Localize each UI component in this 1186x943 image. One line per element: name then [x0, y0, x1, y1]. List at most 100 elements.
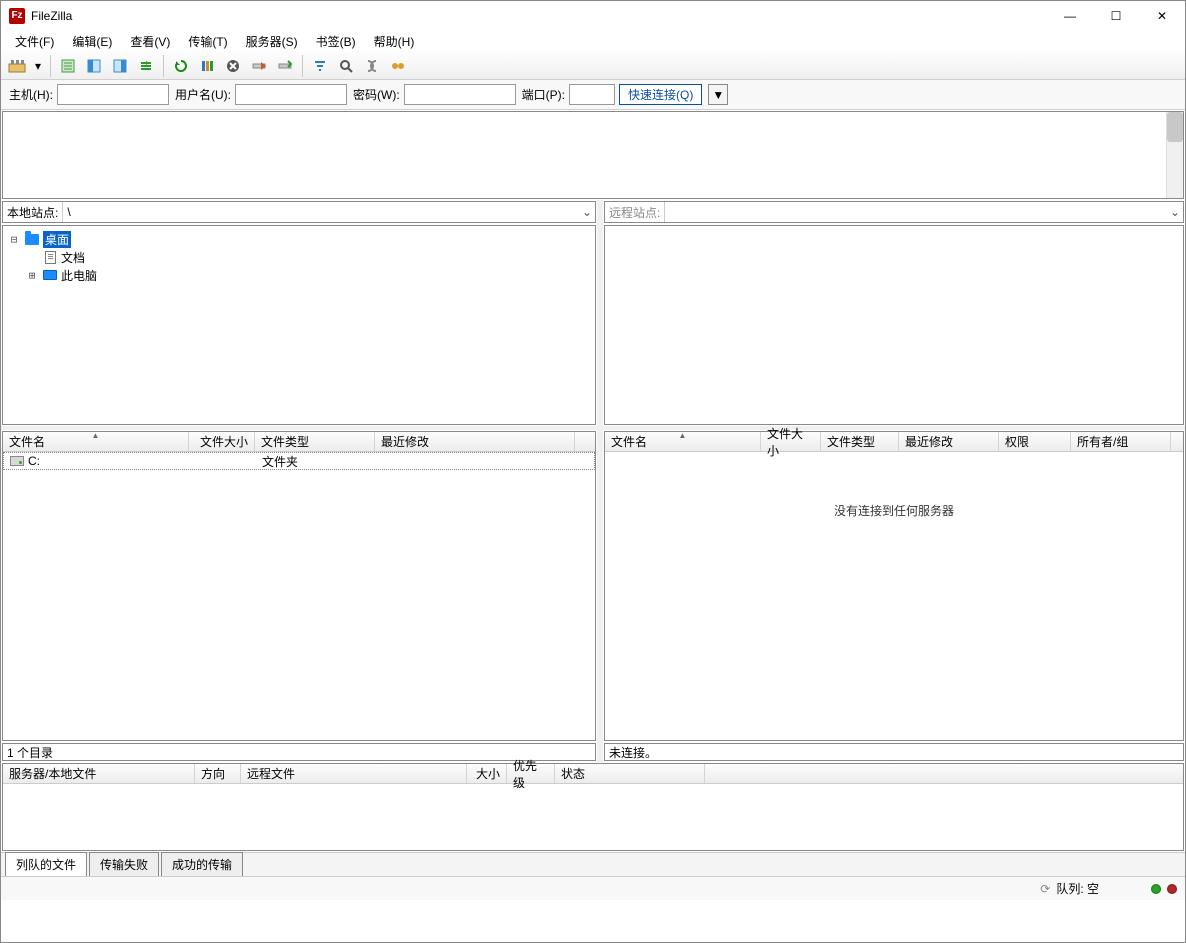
column-header[interactable]: 所有者/组 — [1071, 432, 1171, 451]
column-header[interactable]: 服务器/本地文件 — [3, 764, 195, 783]
column-header[interactable]: 最近修改 — [899, 432, 999, 451]
log-scrollbar[interactable] — [1166, 112, 1183, 198]
maximize-button[interactable]: ☐ — [1093, 1, 1139, 30]
queue-tab[interactable]: 传输失败 — [89, 852, 159, 876]
titlebar: Fz FileZilla — ☐ ✕ — [1, 1, 1185, 30]
local-path-combo[interactable]: \ — [63, 205, 579, 219]
cancel-button[interactable] — [221, 54, 245, 78]
column-header[interactable]: 文件名▲ — [605, 432, 761, 451]
file-name: C: — [28, 454, 40, 468]
menu-item-1[interactable]: 编辑(E) — [64, 31, 120, 52]
activity-led-recv — [1151, 884, 1161, 894]
column-header[interactable]: 文件类型 — [821, 432, 899, 451]
main-split: 本地站点: \ ⌄ ⊟桌面文档⊞此电脑 文件名▲文件大小文件类型最近修改 C:文… — [1, 200, 1185, 762]
menu-item-0[interactable]: 文件(F) — [7, 31, 62, 52]
remote-site-bar: 远程站点: ⌄ — [604, 201, 1184, 223]
process-queue-button[interactable] — [195, 54, 219, 78]
column-header[interactable]: 文件大小 — [189, 432, 255, 451]
tree-expander[interactable]: ⊟ — [7, 233, 21, 246]
site-manager-dropdown[interactable]: ▾ — [31, 54, 45, 78]
host-label: 主机(H): — [9, 86, 53, 103]
toggle-local-tree-button[interactable] — [82, 54, 106, 78]
column-header[interactable]: 远程文件 — [241, 764, 467, 783]
column-header[interactable]: 文件类型 — [255, 432, 375, 451]
toggle-remote-tree-button[interactable] — [108, 54, 132, 78]
tree-label: 此电脑 — [61, 267, 97, 284]
remote-status: 未连接。 — [604, 743, 1184, 761]
sync-browse-button[interactable] — [386, 54, 410, 78]
reconnect-button[interactable] — [273, 54, 297, 78]
app-title: FileZilla — [31, 9, 72, 23]
queue-tab[interactable]: 列队的文件 — [5, 852, 87, 876]
menu-item-2[interactable]: 查看(V) — [122, 31, 178, 52]
menu-item-3[interactable]: 传输(T) — [180, 31, 235, 52]
app-icon: Fz — [9, 8, 25, 24]
column-header[interactable]: 权限 — [999, 432, 1071, 451]
password-label: 密码(W): — [353, 86, 400, 103]
search-button[interactable] — [334, 54, 358, 78]
quickconnect-bar: 主机(H): 用户名(U): 密码(W): 端口(P): 快速连接(Q) ▼ — [1, 80, 1185, 110]
queue-icon: ⟳ — [1040, 882, 1050, 896]
remote-empty-message: 没有连接到任何服务器 — [605, 502, 1183, 519]
refresh-button[interactable] — [169, 54, 193, 78]
file-row[interactable]: C: 文件夹 — [3, 452, 595, 470]
app-window: Fz FileZilla — ☐ ✕ 文件(F)编辑(E)查看(V)传输(T)服… — [0, 0, 1186, 943]
password-input[interactable] — [404, 84, 516, 105]
filter-button[interactable] — [308, 54, 332, 78]
transfer-queue[interactable]: 服务器/本地文件方向远程文件大小优先级状态 — [2, 763, 1184, 851]
local-path-dropdown[interactable]: ⌄ — [579, 205, 595, 219]
host-input[interactable] — [57, 84, 169, 105]
file-cell: 文件夹 — [256, 453, 376, 470]
remote-hsplitter[interactable] — [603, 426, 1185, 430]
menu-item-5[interactable]: 书签(B) — [308, 31, 364, 52]
toolbar: ▾ — [1, 52, 1185, 80]
port-input[interactable] — [569, 84, 615, 105]
column-header[interactable]: 优先级 — [507, 764, 555, 783]
quickconnect-history-dropdown[interactable]: ▼ — [708, 84, 728, 105]
quickconnect-button[interactable]: 快速连接(Q) — [619, 84, 702, 105]
tree-label: 文档 — [61, 249, 85, 266]
column-header[interactable]: 文件名▲ — [3, 432, 189, 451]
close-button[interactable]: ✕ — [1139, 1, 1185, 30]
local-site-bar: 本地站点: \ ⌄ — [2, 201, 596, 223]
site-manager-button[interactable] — [5, 54, 29, 78]
toggle-log-button[interactable] — [56, 54, 80, 78]
remote-tree[interactable] — [604, 225, 1184, 425]
tree-expander[interactable]: ⊞ — [25, 269, 39, 282]
local-hsplitter[interactable] — [1, 426, 597, 430]
local-tree-node[interactable]: ⊟ 桌面 — [7, 230, 591, 248]
local-tree-node[interactable]: 文档 — [7, 248, 591, 266]
toggle-queue-button[interactable] — [134, 54, 158, 78]
minimize-button[interactable]: — — [1047, 1, 1093, 30]
column-header[interactable]: 方向 — [195, 764, 241, 783]
column-header[interactable]: 状态 — [555, 764, 705, 783]
remote-file-list[interactable]: 文件名▲文件大小文件类型最近修改权限所有者/组 没有连接到任何服务器 — [604, 431, 1184, 741]
queue-tabs: 列队的文件传输失败成功的传输 — [1, 852, 1185, 876]
column-header[interactable]: 大小 — [467, 764, 507, 783]
column-header[interactable]: 最近修改 — [375, 432, 575, 451]
statusbar: ⟳ 队列: 空 — [1, 876, 1185, 900]
drive-icon — [10, 456, 24, 466]
local-tree[interactable]: ⊟ 桌面文档 ⊞ 此电脑 — [2, 225, 596, 425]
local-site-label: 本地站点: — [3, 202, 63, 222]
compare-button[interactable] — [360, 54, 384, 78]
queue-tab[interactable]: 成功的传输 — [161, 852, 243, 876]
local-pane: 本地站点: \ ⌄ ⊟桌面文档⊞此电脑 文件名▲文件大小文件类型最近修改 C:文… — [1, 200, 597, 762]
remote-pane: 远程站点: ⌄ 文件名▲文件大小文件类型最近修改权限所有者/组 没有连接到任何服… — [603, 200, 1185, 762]
column-header[interactable]: 文件大小 — [761, 432, 821, 451]
disconnect-button[interactable] — [247, 54, 271, 78]
folder-icon — [24, 232, 40, 246]
activity-led-send — [1167, 884, 1177, 894]
remote-site-label: 远程站点: — [605, 202, 665, 222]
file-cell: C: — [4, 454, 190, 468]
username-input[interactable] — [235, 84, 347, 105]
menubar: 文件(F)编辑(E)查看(V)传输(T)服务器(S)书签(B)帮助(H) — [1, 30, 1185, 52]
local-tree-node[interactable]: ⊞ 此电脑 — [7, 266, 591, 284]
menu-item-4[interactable]: 服务器(S) — [238, 31, 306, 52]
local-file-list[interactable]: 文件名▲文件大小文件类型最近修改 C: 文件夹 — [2, 431, 596, 741]
message-log[interactable] — [2, 111, 1184, 199]
remote-path-dropdown: ⌄ — [1167, 205, 1183, 219]
username-label: 用户名(U): — [175, 86, 231, 103]
tree-label: 桌面 — [43, 231, 71, 248]
menu-item-6[interactable]: 帮助(H) — [366, 31, 423, 52]
